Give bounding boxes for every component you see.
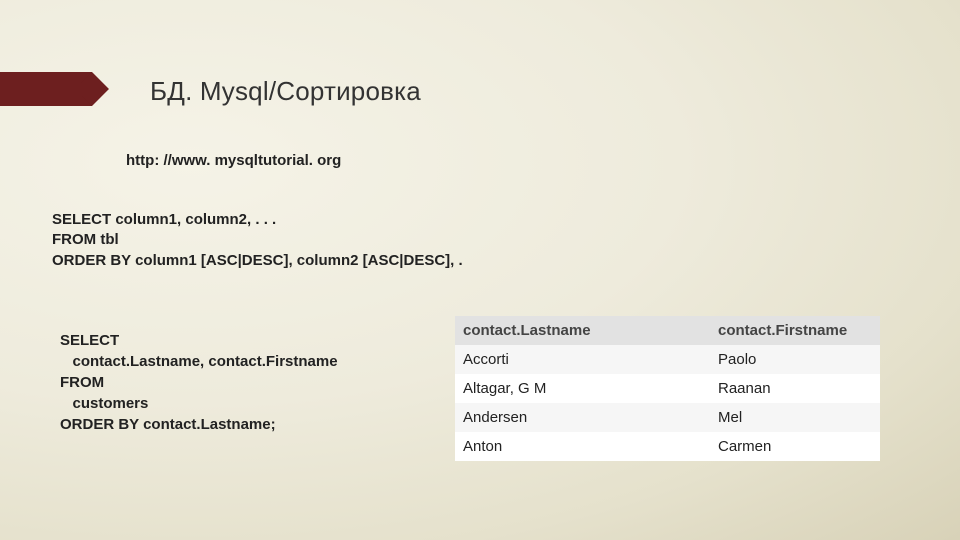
result-table: contact.Lastname contact.Firstname Accor…	[455, 316, 880, 461]
slide-title: БД. Mysql/Сортировка	[150, 76, 421, 107]
table-header-firstname: contact.Firstname	[710, 316, 880, 345]
table-row: Accorti Paolo	[455, 345, 880, 374]
cell-firstname: Paolo	[710, 345, 880, 374]
example-line-4: customers	[60, 393, 338, 414]
cell-firstname: Carmen	[710, 432, 880, 461]
sql-syntax-block: SELECT column1, column2, . . . FROM tbl …	[52, 210, 463, 271]
cell-firstname: Raanan	[710, 374, 880, 403]
cell-lastname: Accorti	[455, 345, 710, 374]
table-row: Altagar, G M Raanan	[455, 374, 880, 403]
cell-lastname: Andersen	[455, 403, 710, 432]
sql-example-block: SELECT contact.Lastname, contact.Firstna…	[60, 330, 338, 435]
table-row: Anton Carmen	[455, 432, 880, 461]
title-ornament	[0, 72, 104, 106]
syntax-line-1: SELECT column1, column2, . . .	[52, 210, 463, 230]
example-line-3: FROM	[60, 372, 338, 393]
cell-lastname: Altagar, G M	[455, 374, 710, 403]
table-row: Andersen Mel	[455, 403, 880, 432]
table-header-row: contact.Lastname contact.Firstname	[455, 316, 880, 345]
table-header-lastname: contact.Lastname	[455, 316, 710, 345]
example-line-5: ORDER BY contact.Lastname;	[60, 414, 338, 435]
syntax-line-2: FROM tbl	[52, 230, 463, 250]
cell-lastname: Anton	[455, 432, 710, 461]
syntax-line-3: ORDER BY column1 [ASC|DESC], column2 [AS…	[52, 251, 463, 271]
source-url: http: //www. mysqltutorial. org	[126, 152, 341, 169]
example-line-1: SELECT	[60, 330, 338, 351]
example-line-2: contact.Lastname, contact.Firstname	[60, 351, 338, 372]
cell-firstname: Mel	[710, 403, 880, 432]
